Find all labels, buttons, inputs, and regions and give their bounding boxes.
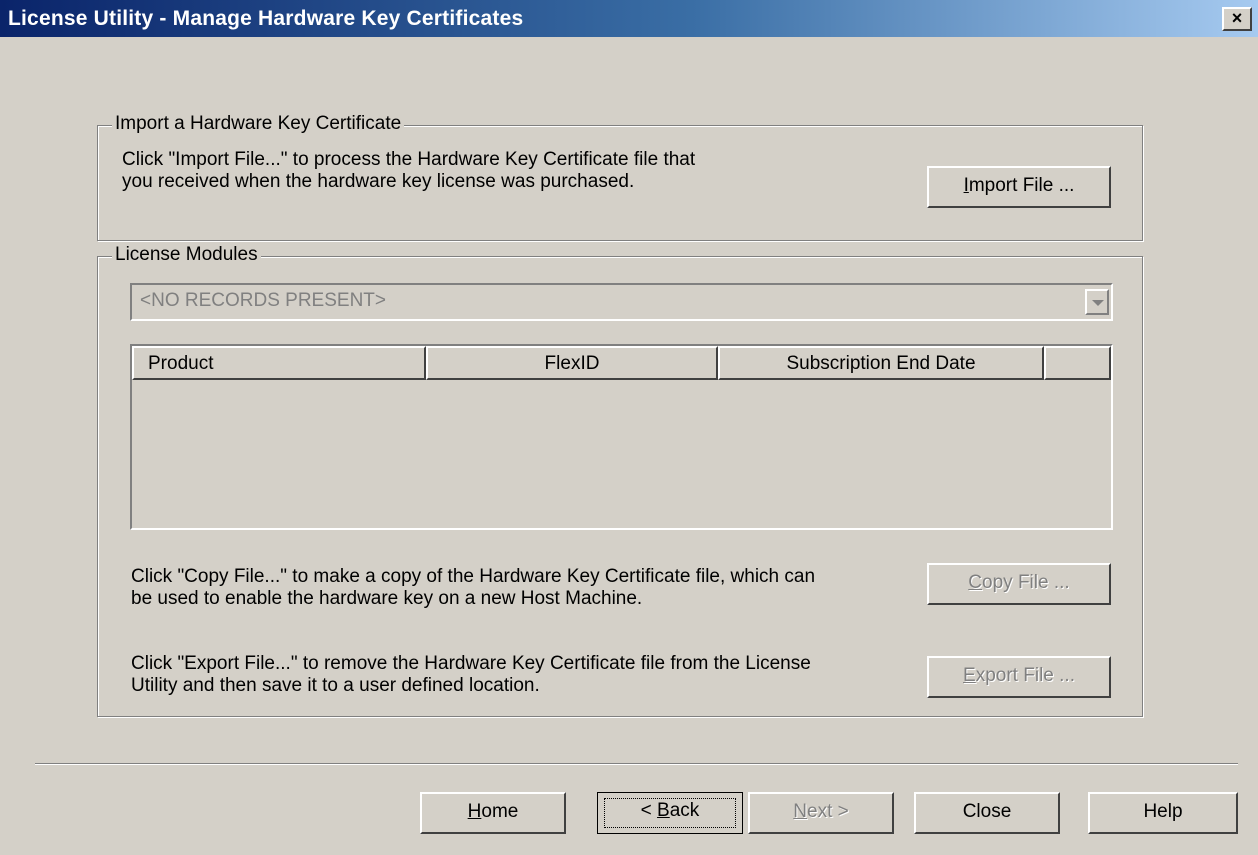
import-description-line1: Click "Import File..." to process the Ha…	[122, 149, 696, 170]
table-header: Product FlexID Subscription End Date	[132, 346, 1111, 380]
export-description-line2: Utility and then save it to a user defin…	[131, 675, 540, 696]
title-bar: License Utility - Manage Hardware Key Ce…	[0, 0, 1258, 37]
combobox-dropdown-button[interactable]	[1085, 289, 1109, 315]
column-header-flexid[interactable]: FlexID	[426, 346, 718, 380]
chevron-down-icon	[1092, 300, 1104, 306]
export-file-button[interactable]: Export File ...	[927, 656, 1111, 698]
copy-description-line1: Click "Copy File..." to make a copy of t…	[131, 566, 816, 587]
next-button[interactable]: Next >	[748, 792, 894, 834]
import-group-legend: Import a Hardware Key Certificate	[112, 113, 405, 135]
column-header-blank[interactable]	[1044, 346, 1111, 380]
home-button[interactable]: Home	[420, 792, 566, 834]
help-button[interactable]: Help	[1088, 792, 1238, 834]
close-icon[interactable]: ×	[1222, 7, 1252, 31]
back-button[interactable]: < Back	[597, 792, 743, 834]
license-modules-table[interactable]: Product FlexID Subscription End Date	[130, 344, 1113, 530]
import-file-button[interactable]: Import File ...	[927, 166, 1111, 208]
license-modules-combobox[interactable]: <NO RECORDS PRESENT>	[130, 283, 1113, 321]
import-description-line2: you received when the hardware key licen…	[122, 171, 635, 192]
combobox-value: <NO RECORDS PRESENT>	[140, 290, 386, 311]
license-modules-legend: License Modules	[112, 244, 261, 266]
export-description-line1: Click "Export File..." to remove the Har…	[131, 653, 811, 674]
window-title: License Utility - Manage Hardware Key Ce…	[8, 7, 524, 30]
footer-separator	[35, 763, 1238, 765]
close-button[interactable]: Close	[914, 792, 1060, 834]
column-header-product[interactable]: Product	[132, 346, 426, 380]
column-header-subscription-end-date[interactable]: Subscription End Date	[718, 346, 1044, 380]
copy-file-button[interactable]: Copy File ...	[927, 563, 1111, 605]
copy-description-line2: be used to enable the hardware key on a …	[131, 588, 643, 609]
